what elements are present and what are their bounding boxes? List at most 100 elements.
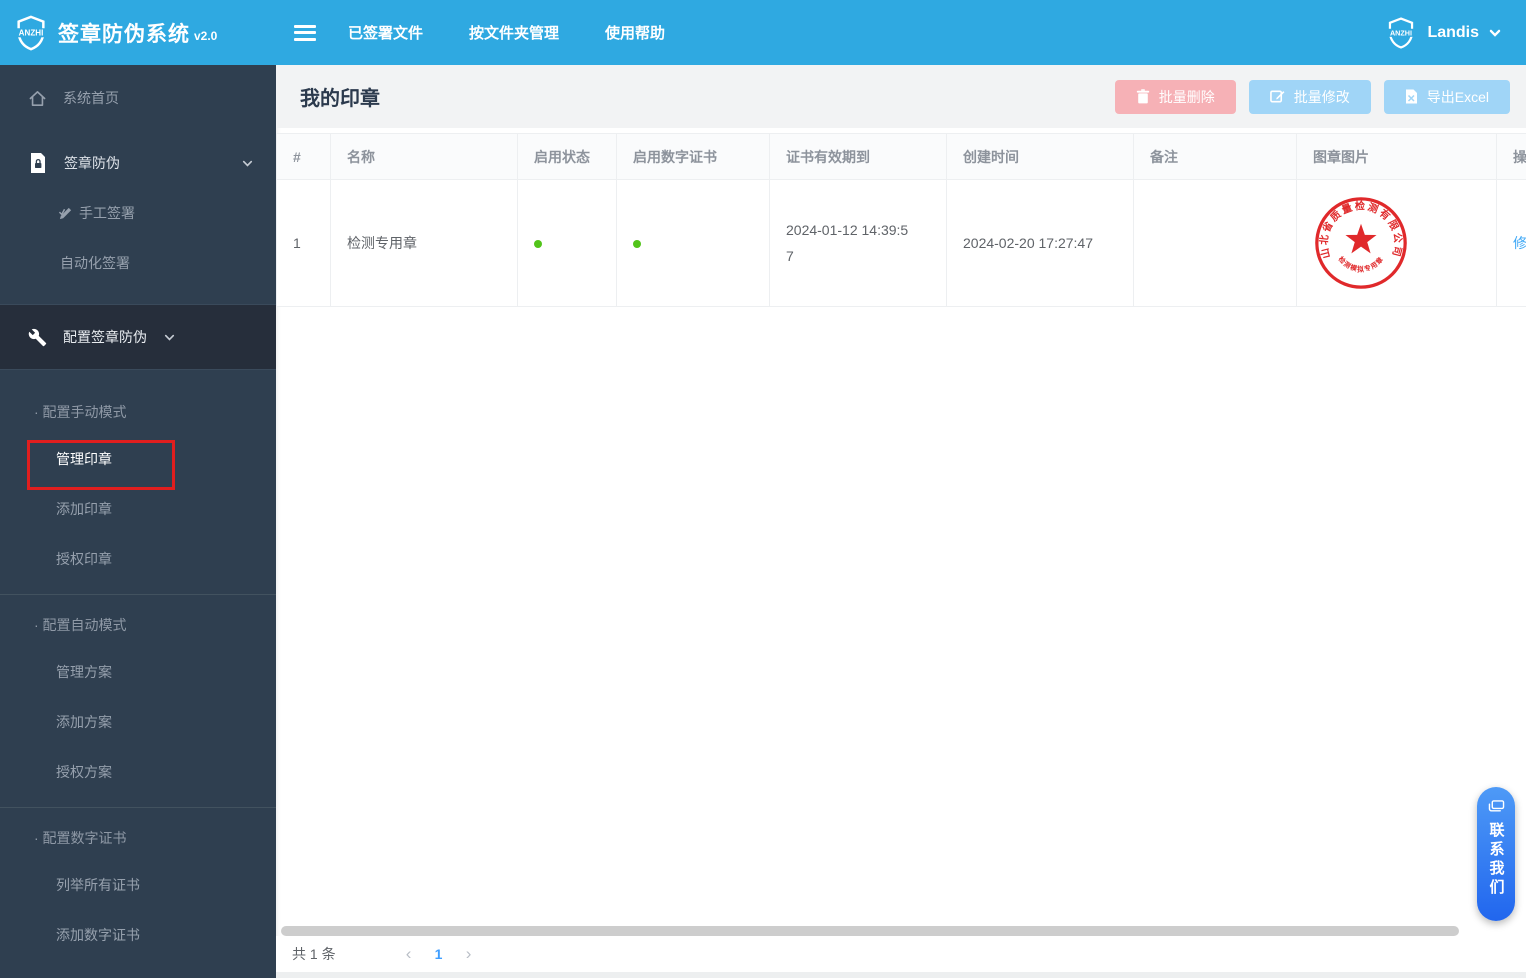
seal-table-container: # 名称 启用状态 启用数字证书 证书有效期到 创建时间 备注 图章图片 操作 … xyxy=(276,133,1526,307)
horizontal-scrollbar-thumb[interactable] xyxy=(281,926,1459,936)
top-navigation: 已签署文件 按文件夹管理 使用帮助 xyxy=(348,22,665,43)
avatar-logo-text: ANZHI xyxy=(1390,28,1412,37)
sidebar-item-label: 签章防伪 xyxy=(64,155,120,171)
sidebar-item-manage-plan[interactable]: 管理方案 xyxy=(0,647,276,697)
app-title: 签章防伪系统 xyxy=(58,22,190,46)
modify-link[interactable]: 修改 xyxy=(1513,235,1526,251)
col-remark: 备注 xyxy=(1133,133,1297,180)
sidebar-item-label: 管理方案 xyxy=(56,664,112,680)
batch-delete-button[interactable]: 批量删除 xyxy=(1114,79,1236,114)
user-menu[interactable]: ANZHI Landis xyxy=(1384,16,1526,50)
footer-strip xyxy=(276,972,1526,978)
col-name: 名称 xyxy=(330,133,518,180)
batch-delete-label: 批量删除 xyxy=(1158,88,1215,105)
contact-us-button[interactable]: 联系我们 xyxy=(1477,787,1515,921)
digital-cert-status-dot xyxy=(633,240,641,248)
page-number[interactable]: 1 xyxy=(424,946,454,962)
app-version: v2.0 xyxy=(194,28,218,43)
cell-seal-image: 山北省质量检测有限公司 检测模拟专用章 xyxy=(1296,179,1497,307)
prev-page-icon[interactable]: ‹ xyxy=(394,944,424,964)
col-seal-image: 图章图片 xyxy=(1296,133,1497,180)
sidebar-item-label: 手工签署 xyxy=(79,205,135,221)
sidebar-divider xyxy=(0,807,276,808)
chevron-down-icon xyxy=(241,157,254,170)
sidebar-item-add-plan[interactable]: 添加方案 xyxy=(0,697,276,747)
col-enabled: 启用状态 xyxy=(517,133,617,180)
export-excel-button[interactable]: 导出Excel xyxy=(1383,79,1510,114)
nav-help[interactable]: 使用帮助 xyxy=(605,22,665,43)
batch-edit-label: 批量修改 xyxy=(1293,88,1350,105)
next-page-icon[interactable]: › xyxy=(454,944,484,964)
cell-digital-cert xyxy=(616,179,770,307)
document-lock-icon xyxy=(28,152,48,174)
contact-us-label: 联系我们 xyxy=(1487,822,1505,898)
cell-enabled xyxy=(517,179,617,307)
sidebar-group-manual-mode: · 配置手动模式 xyxy=(0,390,276,434)
company-seal-stamp-image: 山北省质量检测有限公司 检测模拟专用章 xyxy=(1313,195,1480,291)
sidebar-item-auto-sign[interactable]: 自动化签署 xyxy=(0,238,276,288)
hamburger-menu-icon[interactable] xyxy=(294,24,316,41)
sidebar-item-add-seal[interactable]: 添加印章 xyxy=(0,484,276,534)
cell-created-at: 2024-02-20 17:27:47 xyxy=(946,179,1134,307)
sidebar-item-home[interactable]: 系统首页 xyxy=(0,73,276,123)
cert-valid-until-value: 2024-01-12 14:39:57 xyxy=(786,222,909,264)
nav-folder-management[interactable]: 按文件夹管理 xyxy=(469,22,559,43)
sidebar-item-authorize-seal[interactable]: 授权印章 xyxy=(0,534,276,584)
user-avatar-shield-icon: ANZHI xyxy=(1384,16,1418,50)
nav-signed-files[interactable]: 已签署文件 xyxy=(348,22,423,43)
edit-icon xyxy=(1269,89,1285,104)
col-index: # xyxy=(276,133,331,180)
total-count: 共 1 条 xyxy=(292,946,336,962)
toolbar: 批量删除 批量修改 导出Excel xyxy=(1114,79,1510,114)
trash-icon xyxy=(1136,89,1150,104)
sidebar-section-label: 配置签章防伪 xyxy=(63,329,147,345)
wrench-icon xyxy=(28,328,47,347)
sidebar-item-add-cert[interactable]: 添加数字证书 xyxy=(0,910,276,960)
sidebar-group-label: · 配置手动模式 xyxy=(34,404,127,420)
main-content: 我的印章 批量删除 批量修改 导出Excel # 名称 启用状态 启用数字证书 … xyxy=(276,65,1526,978)
sidebar-divider xyxy=(0,594,276,595)
chevron-down-icon xyxy=(1488,26,1502,40)
logo-text: ANZHI xyxy=(19,28,44,37)
topbar: ANZHI 签章防伪系统 v2.0 已签署文件 按文件夹管理 使用帮助 ANZH… xyxy=(0,0,1526,65)
seal-table: # 名称 启用状态 启用数字证书 证书有效期到 创建时间 备注 图章图片 操作 … xyxy=(276,133,1526,307)
svg-text:检测模拟专用章: 检测模拟专用章 xyxy=(1337,254,1386,273)
sidebar-item-list-certs[interactable]: 列举所有证书 xyxy=(0,860,276,910)
sidebar-item-label: 自动化签署 xyxy=(60,255,130,271)
col-cert-valid-until: 证书有效期到 xyxy=(769,133,947,180)
sidebar-item-authorize-plan[interactable]: 授权方案 xyxy=(0,747,276,797)
sidebar-item-seal-antifake[interactable]: 签章防伪 xyxy=(0,138,276,188)
page-header: 我的印章 批量删除 批量修改 导出Excel xyxy=(276,65,1526,128)
cell-name: 检测专用章 xyxy=(330,179,518,307)
sidebar-item-label: 添加方案 xyxy=(56,714,112,730)
seal-bottom-text: 检测模拟专用章 xyxy=(1337,254,1385,273)
cell-cert-valid-until: 2024-01-12 14:39:57 xyxy=(769,179,947,307)
anzhi-shield-logo-icon: ANZHI xyxy=(12,14,50,52)
sidebar-item-label: 添加数字证书 xyxy=(56,927,140,943)
chat-icon xyxy=(1488,800,1505,815)
sidebar-section-config-seal-antifake[interactable]: 配置签章防伪 xyxy=(0,304,276,370)
sidebar-item-manual-sign[interactable]: 手工签署 xyxy=(0,188,276,238)
excel-file-icon xyxy=(1405,89,1418,104)
username: Landis xyxy=(1427,23,1479,41)
pagination: 共 1 条 ‹ 1 › xyxy=(276,936,1526,972)
chevron-down-icon xyxy=(163,331,176,344)
sidebar-item-label: 列举所有证书 xyxy=(56,877,140,893)
batch-edit-button[interactable]: 批量修改 xyxy=(1248,79,1371,114)
table-row: 1 检测专用章 2024-01-12 14:39:57 2024-02-20 1… xyxy=(276,179,1526,307)
home-icon xyxy=(28,89,47,108)
sidebar: 系统首页 签章防伪 手工签署 自动化签署 配置签章防伪 · 配置手动模式 管理印… xyxy=(0,65,276,978)
pen-icon xyxy=(58,206,73,221)
col-created-at: 创建时间 xyxy=(946,133,1134,180)
sidebar-group-label: · 配置自动模式 xyxy=(34,617,127,633)
page-title: 我的印章 xyxy=(300,88,380,110)
sidebar-item-label: 添加印章 xyxy=(56,501,112,517)
sidebar-group-auto-mode: · 配置自动模式 xyxy=(0,603,276,647)
col-actions: 操作 xyxy=(1496,133,1526,180)
sidebar-item-label: 系统首页 xyxy=(63,90,119,106)
sidebar-group-label: · 配置数字证书 xyxy=(34,830,127,846)
sidebar-item-label: 管理印章 xyxy=(56,451,112,467)
col-digital-cert: 启用数字证书 xyxy=(616,133,770,180)
sidebar-item-manage-seal[interactable]: 管理印章 xyxy=(0,434,276,484)
sidebar-item-label: 授权方案 xyxy=(56,764,112,780)
